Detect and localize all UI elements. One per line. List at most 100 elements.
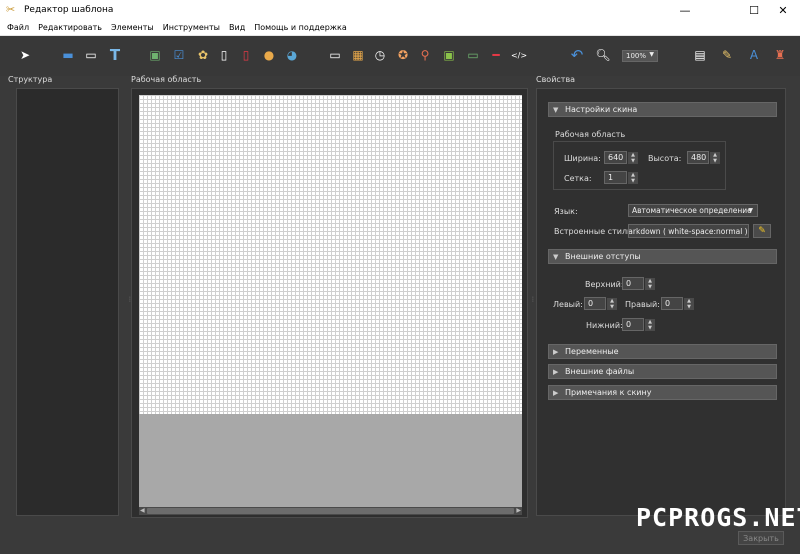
height-spinbox[interactable]: 480 ▲ ▼: [687, 151, 720, 164]
clock-icon[interactable]: ◷: [371, 46, 389, 64]
chevron-down-icon: ▼: [748, 207, 753, 214]
triangle-right-icon: ▶: [553, 388, 559, 397]
margin-right-label: Правый:: [625, 300, 660, 309]
scrollbar-thumb[interactable]: [147, 508, 514, 514]
section-skin-settings[interactable]: ▼ Настройки скина: [548, 102, 777, 117]
canvas-background: [139, 414, 522, 507]
inline-styles-value: markdown ( white-space:normal ): [628, 226, 748, 236]
spin-down-icon[interactable]: ▼: [607, 304, 617, 310]
text-tool-icon[interactable]: T: [106, 46, 124, 64]
folder-icon[interactable]: ▬: [59, 46, 77, 64]
edit-pencil-icon[interactable]: ✎: [753, 224, 771, 238]
rectangle-icon[interactable]: ▭: [82, 46, 100, 64]
close-button[interactable]: Закрыть: [738, 531, 784, 545]
title-bar: ✂ Редактор шаблона — ☐ ✕: [0, 0, 800, 20]
zoom-value: 100%: [626, 52, 647, 60]
menu-file[interactable]: Файл: [7, 23, 29, 32]
spin-down-icon[interactable]: ▼: [628, 178, 638, 184]
inline-styles-input[interactable]: markdown ( white-space:normal ): [628, 224, 749, 238]
horizontal-scrollbar[interactable]: ◀ ▶: [139, 507, 522, 515]
section-variables[interactable]: ▶ Переменные: [548, 344, 777, 359]
margin-bottom-label: Нижний:: [586, 321, 623, 330]
table-icon[interactable]: ▦: [349, 46, 367, 64]
inline-styles-label: Встроенные стили:: [554, 227, 635, 236]
language-value: Автоматическое определение: [632, 206, 752, 215]
line-icon[interactable]: ━: [487, 46, 505, 64]
picture-icon[interactable]: ▣: [440, 46, 458, 64]
margin-bottom-spinbox[interactable]: 0 ▲ ▼: [622, 318, 655, 331]
section-title: Переменные: [565, 347, 619, 356]
close-window-button[interactable]: ✕: [766, 0, 800, 20]
chevron-down-icon: ▼: [649, 51, 654, 58]
section-external-files[interactable]: ▶ Внешние файлы: [548, 364, 777, 379]
zoom-select[interactable]: 100% ▼: [622, 50, 658, 62]
section-title: Внешние отступы: [565, 252, 641, 261]
window-title: Редактор шаблона: [24, 5, 114, 15]
properties-label: Свойства: [536, 75, 576, 84]
language-icon[interactable]: A: [745, 46, 763, 64]
doc-icon[interactable]: ✿: [194, 46, 212, 64]
workarea-group-label: Рабочая область: [555, 130, 626, 139]
menu-help[interactable]: Помощь и поддержка: [254, 23, 347, 32]
file-icon[interactable]: ▯: [215, 46, 233, 64]
margin-top-label: Верхний:: [585, 280, 624, 289]
spin-down-icon[interactable]: ▼: [684, 304, 694, 310]
globe-icon[interactable]: ◕: [283, 46, 301, 64]
spin-down-icon[interactable]: ▼: [645, 325, 655, 331]
minimize-button[interactable]: —: [668, 0, 702, 20]
scroll-left-icon[interactable]: ◀: [140, 507, 145, 515]
select-pointer-icon[interactable]: ➤: [16, 46, 34, 64]
checkbox-icon[interactable]: ☑: [170, 46, 188, 64]
grid-spinbox[interactable]: 1 ▲ ▼: [604, 171, 638, 184]
structure-tree[interactable]: [16, 88, 119, 516]
map-pin-icon[interactable]: ⚲: [416, 46, 434, 64]
menu-bar: Файл Редактировать Элементы Инструменты …: [0, 20, 800, 36]
circle-icon[interactable]: ●: [260, 46, 278, 64]
design-canvas[interactable]: [139, 95, 522, 414]
triangle-right-icon: ▶: [553, 367, 559, 376]
spin-down-icon[interactable]: ▼: [710, 158, 720, 164]
menu-elements[interactable]: Элементы: [111, 23, 154, 32]
screen-icon[interactable]: ▭: [464, 46, 482, 64]
preview-icon[interactable]: ▤: [691, 46, 709, 64]
menu-tools[interactable]: Инструменты: [163, 23, 220, 32]
margin-left-value: 0: [588, 299, 594, 308]
zoom-icon[interactable]: 🔍︎: [594, 46, 612, 64]
language-select[interactable]: Автоматическое определение ▼: [628, 204, 758, 217]
structure-label: Структура: [8, 75, 53, 84]
scroll-right-icon[interactable]: ▶: [516, 507, 521, 515]
barcode-icon[interactable]: ▭: [326, 46, 344, 64]
margin-right-spinbox[interactable]: 0 ▲ ▼: [661, 297, 694, 310]
margin-left-spinbox[interactable]: 0 ▲ ▼: [584, 297, 617, 310]
templates-icon[interactable]: ✎: [718, 46, 736, 64]
spin-down-icon[interactable]: ▼: [645, 284, 655, 290]
watermark: PCPROGS.NET: [636, 503, 800, 532]
width-value: 640: [608, 153, 624, 162]
section-title: Примечания к скину: [565, 388, 652, 397]
compass-icon[interactable]: ✪: [394, 46, 412, 64]
margin-left-label: Левый:: [553, 300, 583, 309]
toolbar: ➤ ▬ ▭ T ▣ ☑ ✿ ▯ ▯ ● ◕ ▭ ▦ ◷ ✪ ⚲ ▣ ▭ ━ </…: [0, 36, 800, 76]
pdf-icon[interactable]: ▯: [237, 46, 255, 64]
margin-top-value: 0: [626, 279, 632, 288]
app-icon: ✂: [6, 3, 16, 16]
triangle-down-icon: ▼: [553, 252, 559, 261]
margin-bottom-value: 0: [626, 320, 632, 329]
width-label: Ширина:: [564, 154, 601, 163]
spin-down-icon[interactable]: ▼: [628, 158, 638, 164]
workarea-label: Рабочая область: [131, 75, 202, 84]
section-title: Внешние файлы: [565, 367, 635, 376]
section-skin-notes[interactable]: ▶ Примечания к скину: [548, 385, 777, 400]
width-spinbox[interactable]: 640 ▲ ▼: [604, 151, 638, 164]
grid-label: Сетка:: [564, 174, 592, 183]
image-icon[interactable]: ▣: [146, 46, 164, 64]
html-icon[interactable]: </>: [510, 46, 528, 64]
menu-view[interactable]: Вид: [229, 23, 245, 32]
triangle-right-icon: ▶: [553, 347, 559, 356]
triangle-down-icon: ▼: [553, 105, 559, 114]
section-margins[interactable]: ▼ Внешние отступы: [548, 249, 777, 264]
menu-edit[interactable]: Редактировать: [38, 23, 102, 32]
export-icon[interactable]: ♜: [771, 46, 789, 64]
undo-icon[interactable]: ↶: [568, 46, 586, 64]
margin-top-spinbox[interactable]: 0 ▲ ▼: [622, 277, 655, 290]
